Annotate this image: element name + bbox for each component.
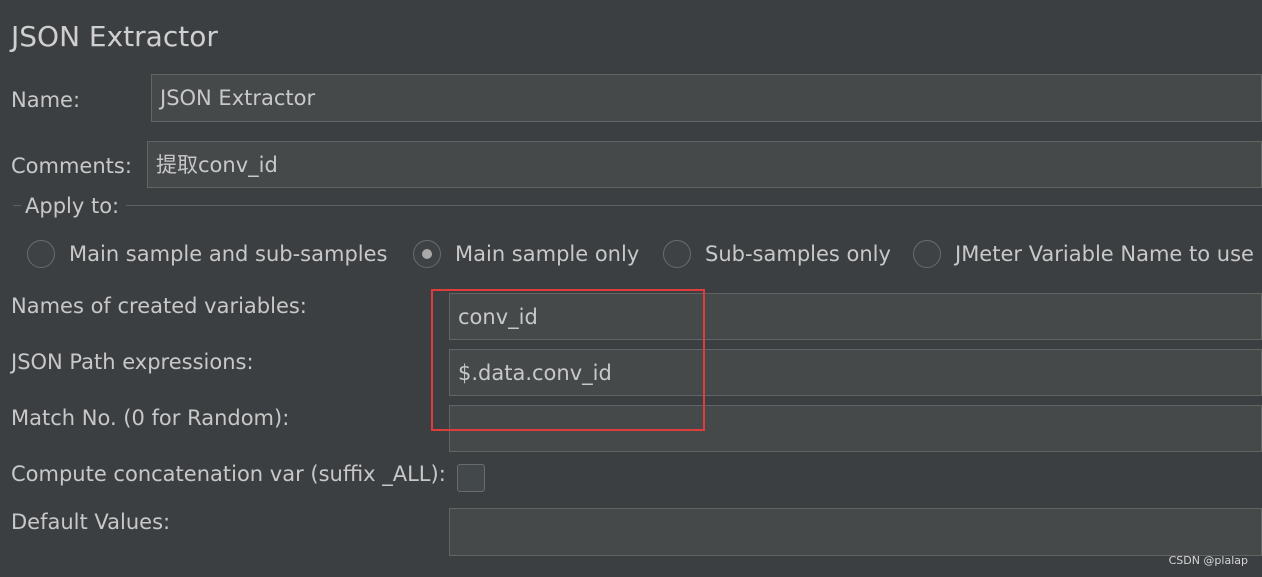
compute-concat-checkbox[interactable] bbox=[457, 464, 485, 492]
radio-main-only-label[interactable]: Main sample only bbox=[455, 240, 639, 268]
radio-main-and-sub-circle[interactable] bbox=[27, 240, 55, 268]
comments-input[interactable]: 提取conv_id bbox=[147, 141, 1262, 188]
comments-input-value: 提取conv_id bbox=[156, 152, 278, 177]
radio-main-only-circle[interactable] bbox=[413, 240, 441, 268]
default-values-input[interactable] bbox=[449, 508, 1262, 556]
variable-names-input[interactable]: conv_id bbox=[449, 293, 1262, 340]
json-path-label: JSON Path expressions: bbox=[11, 350, 254, 374]
name-input-value: JSON Extractor bbox=[160, 86, 316, 110]
variable-names-label: Names of created variables: bbox=[11, 294, 307, 318]
comments-label: Comments: bbox=[11, 154, 132, 178]
radio-jmeter-variable-circle[interactable] bbox=[913, 240, 941, 268]
apply-to-border-left bbox=[13, 205, 21, 206]
watermark: CSDN @plalap bbox=[1168, 554, 1248, 567]
name-label: Name: bbox=[11, 88, 81, 112]
radio-main-only[interactable] bbox=[413, 240, 441, 268]
json-path-value: $.data.conv_id bbox=[458, 360, 612, 385]
radio-sub-only[interactable] bbox=[663, 240, 691, 268]
default-values-label: Default Values: bbox=[11, 510, 171, 534]
variable-names-value: conv_id bbox=[458, 304, 538, 329]
radio-sub-only-label[interactable]: Sub-samples only bbox=[705, 240, 891, 268]
radio-jmeter-variable[interactable] bbox=[913, 240, 941, 268]
json-path-input[interactable]: $.data.conv_id bbox=[449, 349, 1262, 396]
apply-to-border-top bbox=[126, 205, 1262, 206]
radio-jmeter-variable-label[interactable]: JMeter Variable Name to use bbox=[955, 240, 1254, 268]
apply-to-legend: Apply to: bbox=[25, 194, 120, 218]
match-no-input[interactable] bbox=[449, 405, 1262, 452]
name-input[interactable]: JSON Extractor bbox=[151, 74, 1262, 122]
radio-sub-only-circle[interactable] bbox=[663, 240, 691, 268]
json-extractor-panel: JSON Extractor Name: JSON Extractor Comm… bbox=[0, 0, 1262, 577]
radio-main-and-sub[interactable] bbox=[27, 240, 55, 268]
radio-main-and-sub-label[interactable]: Main sample and sub-samples bbox=[69, 240, 387, 268]
compute-concat-label: Compute concatenation var (suffix _ALL): bbox=[11, 462, 446, 486]
match-no-label: Match No. (0 for Random): bbox=[11, 406, 290, 430]
panel-title: JSON Extractor bbox=[11, 20, 218, 53]
